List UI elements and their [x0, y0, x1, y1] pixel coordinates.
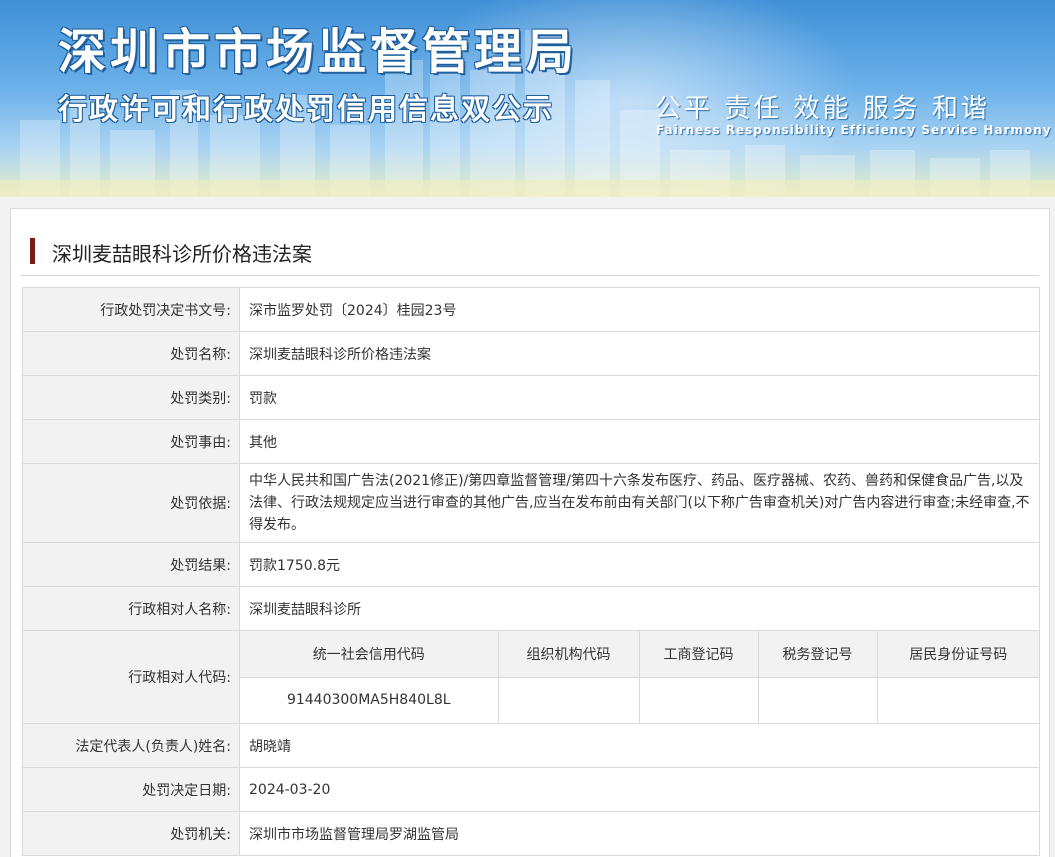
- header-banner: 深圳市市场监督管理局 行政许可和行政处罚信用信息双公示 公平 责任 效能 服务 …: [0, 0, 1055, 197]
- field-label: 处罚结果:: [22, 542, 240, 587]
- code-header-row: 统一社会信用代码 组织机构代码 工商登记码 税务登记号 居民身份证号码: [240, 631, 1039, 678]
- id-card-value: [876, 676, 1039, 723]
- heading-accent-bar: [30, 238, 35, 264]
- table-row: 处罚事由: 其他: [22, 419, 1040, 464]
- party-code-table: 统一社会信用代码 组织机构代码 工商登记码 税务登记号 居民身份证号码 9144…: [240, 631, 1039, 723]
- code-value-row: 91440300MA5H840L8L: [240, 676, 1039, 723]
- table-row: 处罚依据: 中华人民共和国广告法(2021修正)/第四章监督管理/第四十六条发布…: [22, 463, 1040, 543]
- table-row: 处罚类别: 罚款: [22, 375, 1040, 420]
- code-header: 组织机构代码: [497, 631, 640, 678]
- decision-number-value: 深市监罗处罚〔2024〕桂园23号: [239, 287, 1040, 332]
- code-header: 居民身份证号码: [876, 631, 1039, 678]
- field-label: 行政相对人名称:: [22, 586, 240, 631]
- field-label: 处罚依据:: [22, 463, 240, 543]
- table-row: 处罚机关: 深圳市市场监督管理局罗湖监管局: [22, 811, 1040, 856]
- party-code-cell: 统一社会信用代码 组织机构代码 工商登记码 税务登记号 居民身份证号码 9144…: [239, 630, 1040, 724]
- banner-slogan-cn: 公平 责任 效能 服务 和谐: [655, 94, 991, 124]
- credit-code-value: 91440300MA5H840L8L: [240, 676, 499, 723]
- field-label: 处罚类别:: [22, 375, 240, 420]
- category-value: 罚款: [239, 375, 1040, 420]
- basis-value: 中华人民共和国广告法(2021修正)/第四章监督管理/第四十六条发布医疗、药品、…: [239, 463, 1040, 543]
- table-row: 法定代表人(负责人)姓名: 胡晓靖: [22, 723, 1040, 768]
- field-label: 处罚事由:: [22, 419, 240, 464]
- field-label: 处罚机关:: [22, 811, 240, 856]
- party-name-value: 深圳麦喆眼科诊所: [239, 586, 1040, 631]
- field-label: 法定代表人(负责人)姓名:: [22, 723, 240, 768]
- decision-date-value: 2024-03-20: [239, 767, 1040, 812]
- code-header: 统一社会信用代码: [240, 631, 499, 678]
- table-row: 处罚结果: 罚款1750.8元: [22, 542, 1040, 587]
- content-panel: 深圳麦喆眼科诊所价格违法案 行政处罚决定书文号: 深市监罗处罚〔2024〕桂园2…: [10, 208, 1050, 857]
- banner-slogan-en: Fairness Responsibility Efficiency Servi…: [656, 123, 1052, 137]
- authority-value: 深圳市市场监督管理局罗湖监管局: [239, 811, 1040, 856]
- table-row: 行政处罚决定书文号: 深市监罗处罚〔2024〕桂园23号: [22, 287, 1040, 332]
- table-row: 行政相对人代码: 统一社会信用代码 组织机构代码 工商登记码 税务登记号 居民身…: [22, 630, 1040, 724]
- legal-rep-value: 胡晓靖: [239, 723, 1040, 768]
- page-heading: 深圳麦喆眼科诊所价格违法案: [21, 236, 1039, 276]
- page-title: 深圳麦喆眼科诊所价格违法案: [52, 242, 312, 266]
- field-label: 处罚决定日期:: [22, 767, 240, 812]
- business-reg-value: [638, 676, 759, 723]
- code-header: 工商登记码: [638, 631, 759, 678]
- org-code-value: [497, 676, 640, 723]
- case-name-value: 深圳麦喆眼科诊所价格违法案: [239, 331, 1040, 376]
- table-row: 处罚名称: 深圳麦喆眼科诊所价格违法案: [22, 331, 1040, 376]
- field-label: 行政相对人代码:: [22, 630, 240, 724]
- banner-title: 深圳市市场监督管理局: [58, 24, 579, 80]
- table-row: 处罚决定日期: 2024-03-20: [22, 767, 1040, 812]
- field-label: 处罚名称:: [22, 331, 240, 376]
- banner-subtitle: 行政许可和行政处罚信用信息双公示: [58, 92, 555, 126]
- field-label: 行政处罚决定书文号:: [22, 287, 240, 332]
- code-header: 税务登记号: [757, 631, 878, 678]
- table-row: 行政相对人名称: 深圳麦喆眼科诊所: [22, 586, 1040, 631]
- reason-value: 其他: [239, 419, 1040, 464]
- tax-reg-value: [757, 676, 878, 723]
- result-value: 罚款1750.8元: [239, 542, 1040, 587]
- penalty-info-table: 行政处罚决定书文号: 深市监罗处罚〔2024〕桂园23号 处罚名称: 深圳麦喆眼…: [22, 287, 1040, 856]
